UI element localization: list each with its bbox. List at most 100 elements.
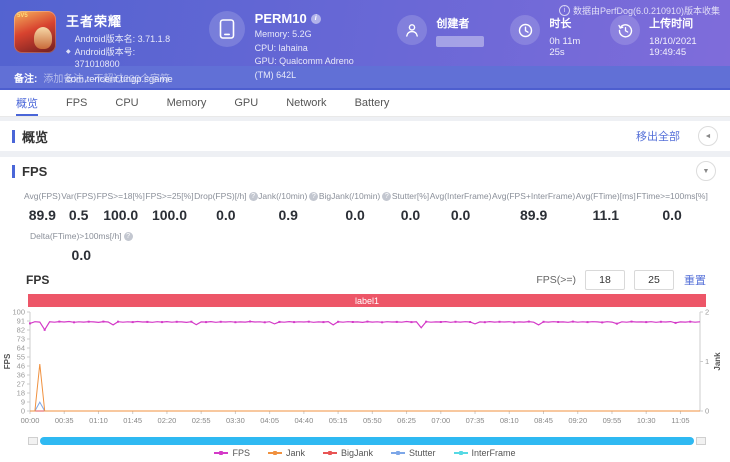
stat-item: FPS>=25[%] 100.0 xyxy=(145,191,193,223)
fps-panel: FPS ▼ Avg(FPS) 89.9 Var(FPS) 0.5 FPS>=18[%] 1… xyxy=(0,157,730,462)
chevron-left-icon: ◄ xyxy=(704,132,712,140)
device-name: PERM10 xyxy=(254,11,307,26)
stat-item: Avg(FPS) 89.9 xyxy=(24,191,61,223)
help-icon[interactable]: ? xyxy=(382,191,392,201)
creator-label: 创建者 xyxy=(436,18,470,30)
info-icon: i xyxy=(558,5,570,16)
legend-item-Stutter[interactable]: Stutter xyxy=(391,448,436,458)
svg-text:FPS: FPS xyxy=(3,353,12,369)
stat-item: Delta(FTime)>100ms[/h]? 0.0 xyxy=(30,231,133,263)
svg-text:11:05: 11:05 xyxy=(671,416,689,425)
fps-stats-row: Avg(FPS) 89.9 Var(FPS) 0.5 FPS>=18[%] 100.0 FP… xyxy=(0,185,730,223)
scrollbar-left-handle[interactable] xyxy=(28,437,38,445)
svg-text:09:20: 09:20 xyxy=(568,416,587,425)
device-gpu: GPU: Qualcomm Adreno (TM) 642L xyxy=(254,56,354,80)
fps-line-chart[interactable]: 0918273646556473829110001200:00 00:35 01:1… xyxy=(2,307,728,435)
svg-text:06:25: 06:25 xyxy=(397,416,416,425)
legend-label: FPS xyxy=(232,448,250,458)
stat-item: FPS>=18[%] 100.0 xyxy=(97,191,145,223)
svg-text:00:00: 00:00 xyxy=(21,416,40,425)
help-icon[interactable]: ? xyxy=(248,191,258,201)
svg-text:02:20: 02:20 xyxy=(158,416,177,425)
svg-text:01:45: 01:45 xyxy=(123,416,142,425)
fps-stats-row2: Delta(FTime)>100ms[/h]? 0.0 xyxy=(0,223,730,263)
collapse-left-button[interactable]: ◄ xyxy=(698,126,718,146)
svg-text:9: 9 xyxy=(21,398,25,407)
package-name: com.tencent.tmgp.sgame xyxy=(66,73,173,85)
stat-value: 0.0 xyxy=(450,207,471,223)
overview-title: 概览 xyxy=(22,129,49,145)
tab-Network[interactable]: Network xyxy=(286,90,326,116)
fps-threshold-input-2[interactable] xyxy=(634,270,674,290)
svg-text:73: 73 xyxy=(17,335,25,344)
tab-bar: 概览 FPS CPU Memory GPU Network Battery xyxy=(0,90,730,117)
tab-GPU[interactable]: GPU xyxy=(234,90,258,116)
game-character xyxy=(34,27,52,49)
version-bullet-icon: ◆ xyxy=(66,49,71,56)
stat-item: BigJank(/10min)? 0.0 xyxy=(319,191,392,223)
stat-item: Stutter[%] 0.0 xyxy=(392,191,429,223)
collect-note-text: 数据由PerfDog(6.0.210910)版本收集 xyxy=(572,6,720,16)
annotation-label-bar[interactable]: label1 xyxy=(28,294,706,307)
stat-label: Drop(FPS)[/h]? xyxy=(194,191,258,201)
tab-Battery[interactable]: Battery xyxy=(355,90,390,116)
device-block: PERM10 i Memory: 5.2G CPU: lahaina GPU: … xyxy=(208,11,368,82)
fps-panel-title: FPS xyxy=(22,163,48,179)
legend-item-FPS[interactable]: FPS xyxy=(214,448,250,458)
clock-icon xyxy=(510,15,541,45)
stat-label: Jank(/10min)? xyxy=(258,191,319,201)
chevron-down-icon: ▼ xyxy=(702,167,710,175)
tab-概览[interactable]: 概览 xyxy=(16,90,38,116)
svg-text:64: 64 xyxy=(17,344,25,353)
duration-value: 0h 11m 25s xyxy=(549,36,581,58)
tab-Memory[interactable]: Memory xyxy=(167,90,207,116)
legend-label: BigJank xyxy=(340,448,374,458)
svg-text:00:35: 00:35 xyxy=(55,416,74,425)
chart-legend: FPS Jank BigJank Stutter InterFrame xyxy=(0,448,730,458)
svg-text:04:40: 04:40 xyxy=(294,416,313,425)
upload-time-label: 上传时间 xyxy=(649,18,694,30)
history-clock-icon xyxy=(610,15,641,45)
stat-value: 0.9 xyxy=(278,207,298,223)
stat-item: Avg(FPS+InterFrame) 89.9 xyxy=(492,191,575,223)
reset-link[interactable]: 重置 xyxy=(684,272,706,288)
svg-text:09:55: 09:55 xyxy=(603,416,622,425)
svg-text:Jank: Jank xyxy=(713,352,722,371)
device-info-icon[interactable]: i xyxy=(310,13,321,24)
fps-threshold-input-1[interactable] xyxy=(585,270,625,290)
svg-text:36: 36 xyxy=(17,371,25,380)
legend-item-BigJank[interactable]: BigJank xyxy=(322,448,374,458)
legend-marker xyxy=(322,450,337,455)
game-app-icon: 5V5 xyxy=(14,11,56,53)
svg-text:27: 27 xyxy=(17,380,25,389)
collect-note: i 数据由PerfDog(6.0.210910)版本收集 xyxy=(558,4,720,17)
svg-text:08:45: 08:45 xyxy=(534,416,553,425)
tab-FPS[interactable]: FPS xyxy=(66,90,87,116)
stat-item: Var(FPS) 0.5 xyxy=(61,191,96,223)
stat-label: Avg(FTime)[ms] xyxy=(575,191,636,201)
legend-item-InterFrame[interactable]: InterFrame xyxy=(453,448,516,458)
svg-text:07:35: 07:35 xyxy=(466,416,485,425)
legend-item-Jank[interactable]: Jank xyxy=(267,448,305,458)
stat-value: 89.9 xyxy=(28,207,56,223)
tab-CPU[interactable]: CPU xyxy=(115,90,138,116)
upload-time-value: 18/10/2021 19:49:45 xyxy=(649,36,697,58)
device-memory: Memory: 5.2G xyxy=(254,29,312,39)
collapse-down-button[interactable]: ▼ xyxy=(696,161,716,181)
scrollbar-track[interactable] xyxy=(40,437,694,445)
annotation-label: label1 xyxy=(354,295,380,306)
stat-value: 0.0 xyxy=(662,207,682,223)
svg-text:0: 0 xyxy=(21,407,25,416)
game-badge: 5V5 xyxy=(17,13,28,19)
duration-block: 时长 0h 11m 25s xyxy=(510,15,584,58)
phone-icon xyxy=(208,11,245,47)
person-icon xyxy=(397,15,428,45)
scrollbar-right-handle[interactable] xyxy=(696,437,706,445)
stat-item: FTime>=100ms[%] 0.0 xyxy=(636,191,708,223)
chart-title: FPS xyxy=(26,273,50,287)
help-icon[interactable]: ? xyxy=(123,231,133,241)
svg-text:2: 2 xyxy=(705,308,709,317)
help-icon[interactable]: ? xyxy=(309,191,319,201)
chart-scrollbar[interactable] xyxy=(28,437,706,445)
remove-all-link[interactable]: 移出全部 xyxy=(636,128,680,144)
